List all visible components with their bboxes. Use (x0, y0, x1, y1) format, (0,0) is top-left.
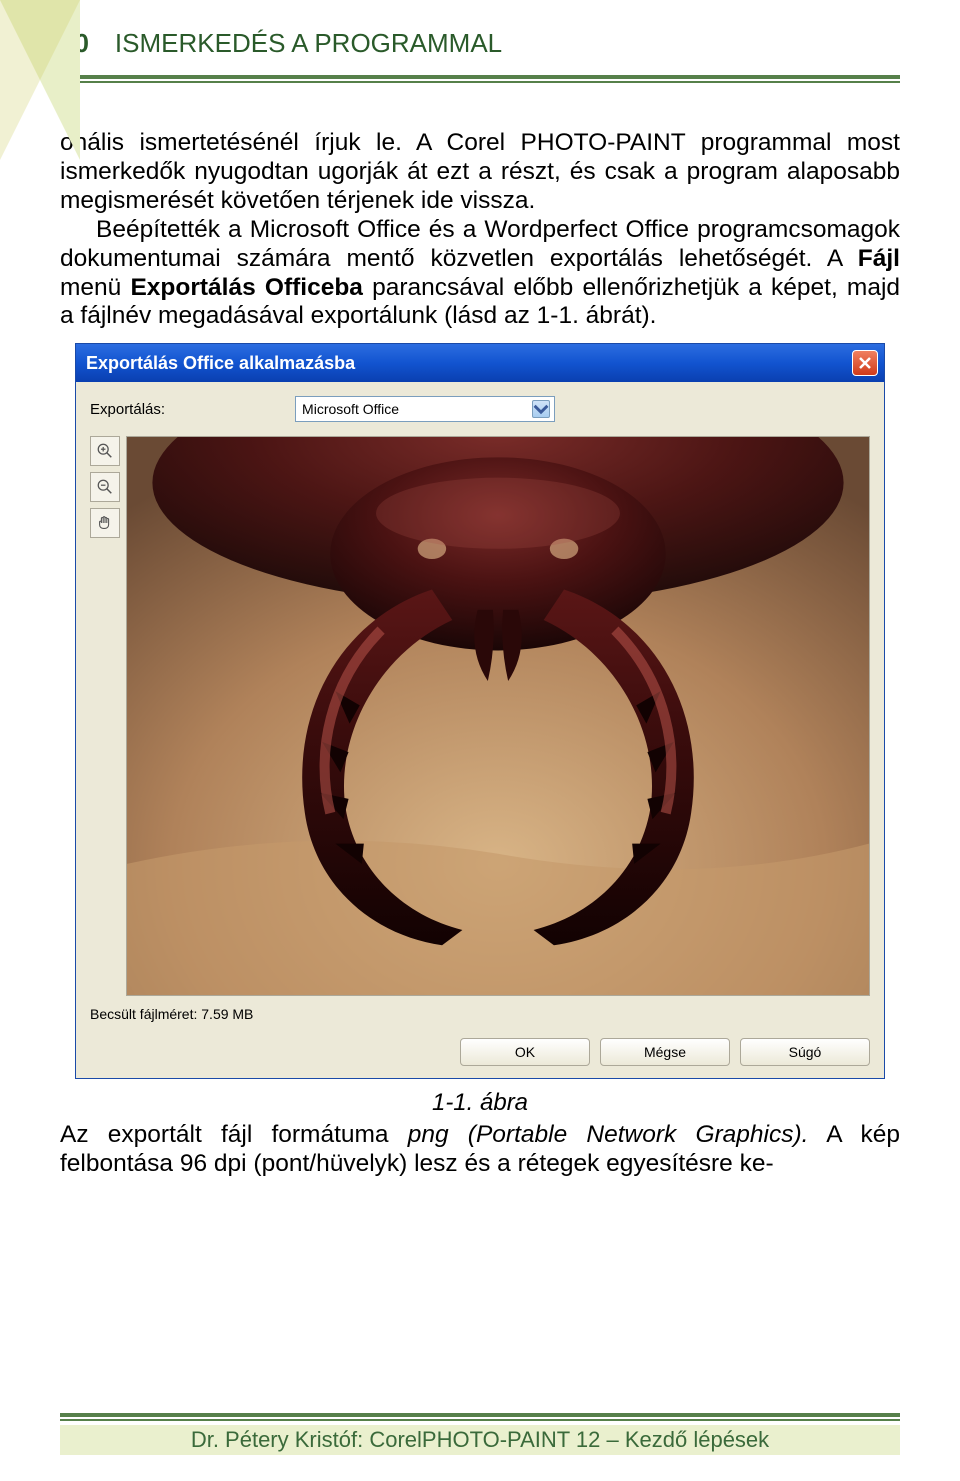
ok-button[interactable]: OK (460, 1038, 590, 1066)
figure-caption: 1-1. ábra (0, 1089, 960, 1117)
export-select[interactable]: Microsoft Office (295, 396, 555, 422)
pan-button[interactable] (90, 508, 120, 538)
zoom-in-icon (96, 442, 114, 460)
zoom-in-button[interactable] (90, 436, 120, 466)
paragraph-1: onális ismertetésénél írjuk le. A Corel … (60, 129, 900, 216)
dialog-title: Exportálás Office alkalmazásba (86, 353, 355, 374)
chevron-down-icon (532, 400, 550, 418)
close-icon (858, 356, 872, 370)
zoom-out-icon (96, 478, 114, 496)
close-button[interactable] (852, 350, 878, 376)
dialog-titlebar: Exportálás Office alkalmazásba (76, 344, 884, 382)
paragraph-2: Beépítették a Microsoft Office és a Word… (60, 216, 900, 332)
hand-icon (96, 514, 114, 532)
preview-image (127, 437, 869, 996)
body-text: onális ismertetésénél írjuk le. A Corel … (60, 129, 900, 331)
chapter-title: ISMERKEDÉS A PROGRAMMAL (115, 28, 502, 59)
export-value: Microsoft Office (302, 401, 399, 417)
page-corner-decoration (0, 0, 80, 160)
export-label: Exportálás: (90, 401, 165, 418)
export-row: Exportálás: Microsoft Office (90, 396, 870, 422)
filesize-text: Becsült fájlméret: 7.59 MB (90, 1006, 870, 1022)
footer-divider (60, 1413, 900, 1421)
dialog-body: Exportálás: Microsoft Office (76, 382, 884, 1078)
header-divider (60, 75, 900, 83)
tool-column (90, 436, 120, 996)
preview-image-box (126, 436, 870, 996)
page-header: 10 ISMERKEDÉS A PROGRAMMAL (0, 0, 960, 69)
after-figure-text: Az exportált fájl formátuma png (Portabl… (60, 1121, 900, 1179)
preview-area (90, 436, 870, 996)
help-button[interactable]: Súgó (740, 1038, 870, 1066)
button-row: OK Mégse Súgó (90, 1038, 870, 1066)
zoom-out-button[interactable] (90, 472, 120, 502)
footer-text: Dr. Pétery Kristóf: CorelPHOTO-PAINT 12 … (60, 1425, 900, 1455)
cancel-button[interactable]: Mégse (600, 1038, 730, 1066)
dialog-screenshot: Exportálás Office alkalmazásba Exportálá… (75, 343, 885, 1079)
